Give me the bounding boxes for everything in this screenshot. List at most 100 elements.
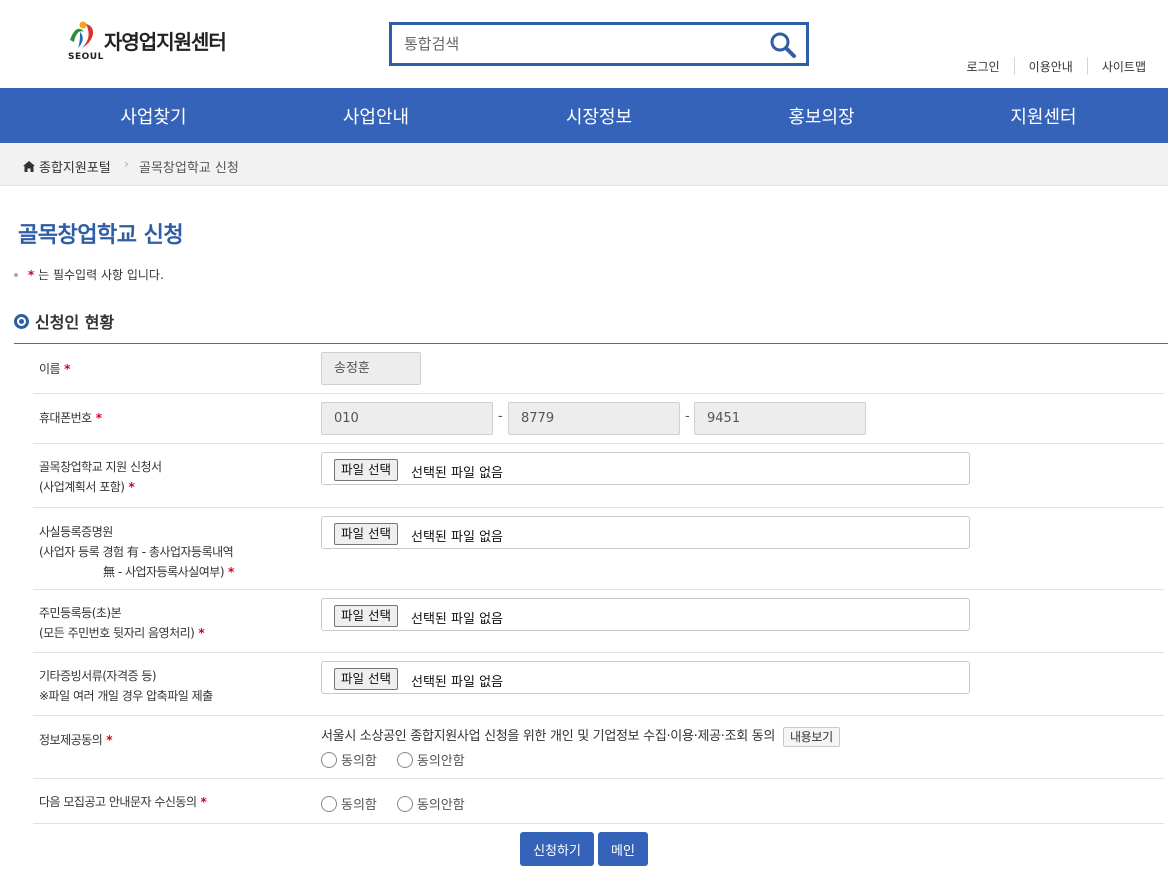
other-docs-label: 기타증빙서류(자격증 등) ※파일 여러 개일 경우 압축파일 제출 [39, 666, 213, 706]
sms-agree-radio[interactable]: 동의함 [321, 794, 377, 813]
main-button[interactable]: 메인 [598, 832, 648, 866]
name-label: 이름 * [39, 359, 70, 379]
required-star: * [128, 480, 135, 494]
form-row-phone: 휴대폰번호 * 010 - 8779 - 9451 [33, 394, 1164, 444]
form-row-business-cert: 사실등록증명원 (사업자 등록 경험 有 - 총사업자등록내역 無 - 사업자등… [33, 508, 1164, 590]
breadcrumb-current: 골목창업학교 신청 [139, 161, 239, 176]
chevron-right-icon: › [124, 157, 129, 171]
search-input[interactable] [402, 31, 762, 57]
sitemap-link[interactable]: 사이트맵 [1088, 58, 1146, 75]
consent-agree-label: 동의함 [341, 754, 377, 769]
form-row-other-docs: 기타증빙서류(자격증 등) ※파일 여러 개일 경우 압축파일 제출 파일 선택… [33, 653, 1164, 716]
form-row-resident-cert: 주민등록등(초)본 (모든 주민번호 뒷자리 음영처리) * 파일 선택 선택된 … [33, 590, 1164, 653]
name-label-text: 이름 [39, 362, 61, 376]
business-cert-label-line1: 사실등록증명원 [39, 525, 113, 539]
form-row-application: 골목창업학교 지원 신청서 (사업계획서 포함) * 파일 선택 선택된 파일 없… [33, 444, 1164, 508]
section-heading: 신청인 현황 [14, 309, 114, 333]
file-select-button[interactable]: 파일 선택 [334, 605, 398, 627]
required-star: * [106, 733, 113, 747]
resident-cert-label-line1: 주민등록등(초)본 [39, 606, 122, 620]
other-docs-label-line2: ※파일 여러 개일 경우 압축파일 제출 [39, 689, 213, 703]
required-star: * [28, 267, 35, 282]
file-status: 선택된 파일 없음 [411, 466, 503, 481]
form-row-sms-consent: 다음 모집공고 안내문자 수신동의 * 동의함 동의안함 [33, 779, 1164, 824]
file-select-button[interactable]: 파일 선택 [334, 523, 398, 545]
resident-cert-label-line2: (모든 주민번호 뒷자리 음영처리) [39, 626, 195, 640]
phone-field-3[interactable]: 9451 [694, 402, 866, 435]
submit-button[interactable]: 신청하기 [520, 832, 594, 866]
utility-links: 로그인 이용안내 사이트맵 [953, 57, 1146, 75]
sms-disagree-label: 동의안함 [416, 798, 465, 813]
search-box [389, 22, 809, 66]
phone-field-2[interactable]: 8779 [508, 402, 680, 435]
logo-text: 자영업지원센터 [104, 30, 227, 54]
required-notice: * 는 필수입력 사항 입니다. [14, 266, 164, 283]
consent-label-text: 정보제공동의 [39, 733, 103, 747]
form-row-consent: 정보제공동의 * 서울시 소상공인 종합지원사업 신청을 위한 개인 및 기업정보… [33, 716, 1164, 779]
breadcrumb-home-label: 종합지원포털 [39, 161, 111, 176]
phone-separator: - [685, 409, 690, 424]
application-label-line2: (사업계획서 포함) [39, 480, 125, 494]
circle-bullet-icon [14, 313, 29, 329]
search-icon[interactable] [768, 30, 798, 60]
business-cert-label: 사실등록증명원 (사업자 등록 경험 有 - 총사업자등록내역 無 - 사업자등… [39, 522, 234, 582]
main-nav: 사업찾기 사업안내 시장정보 홍보의장 지원센터 [0, 88, 1168, 143]
guide-link[interactable]: 이용안내 [1015, 58, 1087, 75]
section-title: 신청인 현황 [35, 313, 115, 332]
business-cert-label-line2: (사업자 등록 경험 有 - 총사업자등록내역 [39, 545, 234, 559]
other-docs-file-input[interactable]: 파일 선택 선택된 파일 없음 [321, 661, 970, 694]
logo-subtext: SEOUL [68, 52, 104, 62]
nav-item-find-business[interactable]: 사업찾기 [0, 88, 307, 143]
radio-circle-icon [396, 751, 413, 768]
login-link[interactable]: 로그인 [953, 58, 1014, 75]
required-star: * [198, 626, 205, 640]
required-star: * [64, 362, 70, 376]
view-details-button[interactable]: 내용보기 [782, 726, 840, 747]
seoul-logo-icon [70, 21, 94, 48]
business-cert-file-input[interactable]: 파일 선택 선택된 파일 없음 [321, 516, 970, 549]
file-status: 선택된 파일 없음 [411, 675, 503, 690]
required-notice-text: 는 필수입력 사항 입니다. [38, 268, 164, 282]
consent-disagree-label: 동의안함 [416, 754, 465, 769]
nav-item-market-info[interactable]: 시장정보 [445, 88, 753, 143]
consent-disagree-radio[interactable]: 동의안함 [396, 750, 465, 769]
nav-item-business-info[interactable]: 사업안내 [307, 88, 445, 143]
business-cert-label-line3: 無 - 사업자등록사실여부) [103, 565, 225, 579]
site-header: SEOUL 자영업지원센터 로그인 이용안내 사이트맵 [0, 0, 1168, 88]
application-file-input[interactable]: 파일 선택 선택된 파일 없음 [321, 452, 970, 485]
phone-label: 휴대폰번호 * [39, 408, 102, 428]
page-title: 골목창업학교 신청 [18, 223, 184, 248]
radio-circle-icon [396, 795, 413, 812]
nav-item-support-center[interactable]: 지원센터 [890, 88, 1168, 143]
sms-consent-label-text: 다음 모집공고 안내문자 수신동의 [39, 795, 197, 809]
sms-radio-group: 동의함 동의안함 [321, 794, 485, 813]
phone-label-text: 휴대폰번호 [39, 411, 92, 425]
phone-separator: - [498, 409, 503, 424]
required-star: * [200, 795, 207, 809]
form-actions: 신청하기 메인 [0, 832, 1168, 866]
application-label: 골목창업학교 지원 신청서 (사업계획서 포함) * [39, 457, 162, 497]
radio-circle-icon [321, 795, 337, 812]
bullet-icon [14, 272, 18, 277]
application-label-line1: 골목창업학교 지원 신청서 [39, 460, 162, 474]
sms-disagree-radio[interactable]: 동의안함 [396, 794, 465, 813]
phone-field-1[interactable]: 010 [321, 402, 493, 435]
consent-description: 서울시 소상공인 종합지원사업 신청을 위한 개인 및 기업정보 수집·이용·제… [321, 725, 840, 747]
site-logo[interactable]: SEOUL 자영업지원센터 [66, 18, 236, 66]
required-star: * [228, 565, 234, 579]
consent-agree-radio[interactable]: 동의함 [321, 750, 377, 769]
file-status: 선택된 파일 없음 [411, 530, 503, 545]
required-star: * [95, 411, 102, 425]
file-select-button[interactable]: 파일 선택 [334, 459, 398, 481]
file-status: 선택된 파일 없음 [411, 612, 503, 627]
file-select-button[interactable]: 파일 선택 [334, 668, 398, 690]
consent-label: 정보제공동의 * [39, 730, 113, 750]
home-icon [23, 161, 35, 172]
consent-text: 서울시 소상공인 종합지원사업 신청을 위한 개인 및 기업정보 수집·이용·제… [321, 729, 776, 744]
resident-cert-file-input[interactable]: 파일 선택 선택된 파일 없음 [321, 598, 970, 631]
name-field[interactable]: 송정훈 [321, 352, 421, 385]
form-row-name: 이름 * 송정훈 [33, 344, 1164, 394]
consent-radio-group: 동의함 동의안함 [321, 750, 485, 769]
breadcrumb-home[interactable]: 종합지원포털 [23, 157, 111, 176]
nav-item-promotion[interactable]: 홍보의장 [753, 88, 890, 143]
